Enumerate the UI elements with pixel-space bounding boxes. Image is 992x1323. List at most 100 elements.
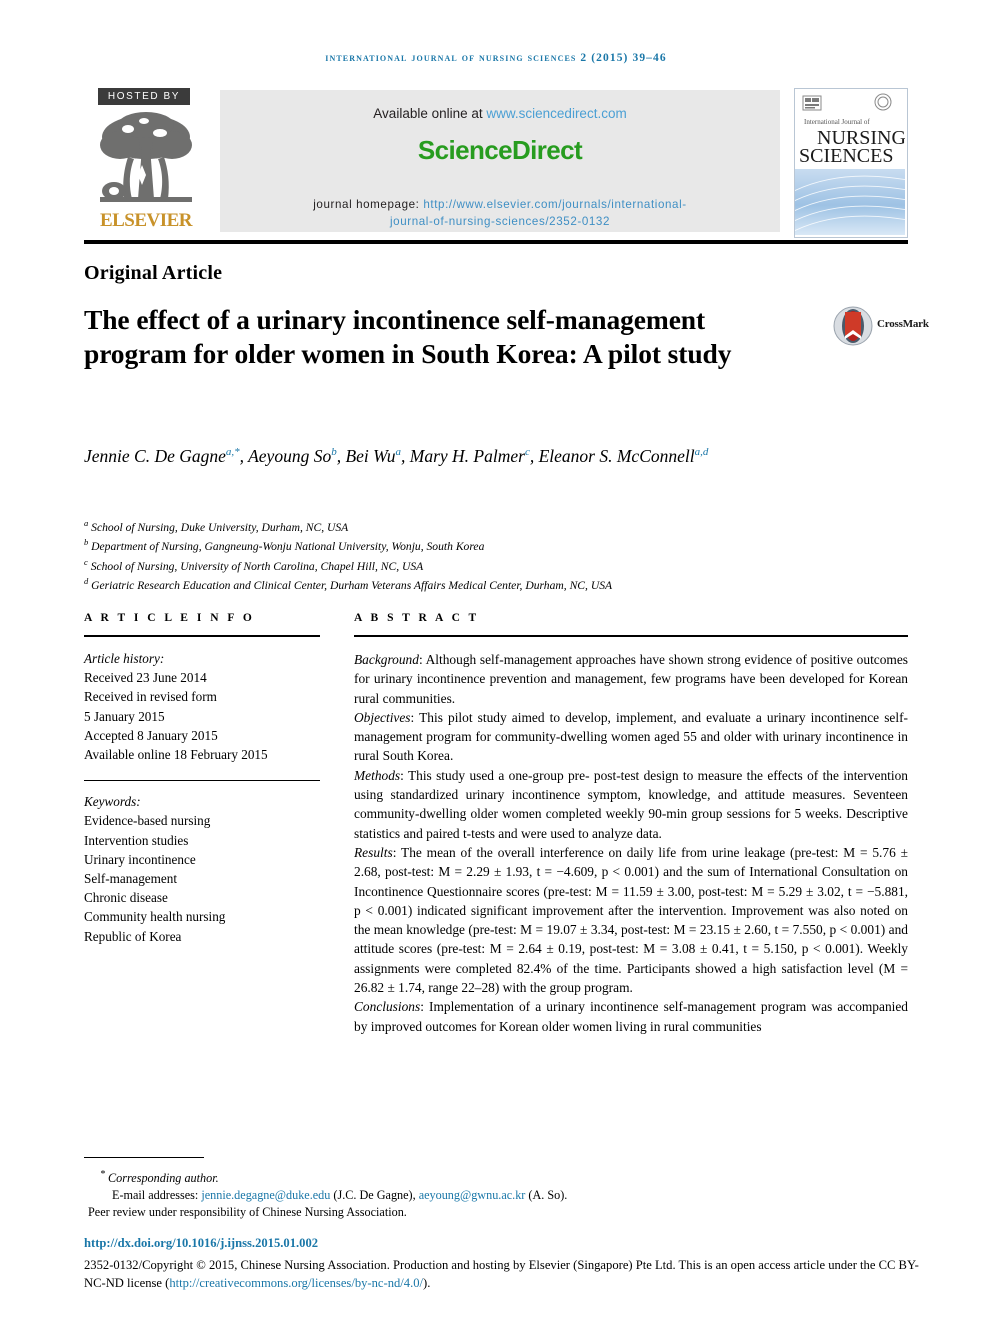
affiliation-mark: a <box>84 518 89 528</box>
copyright-line-2-post: ). <box>423 1275 431 1290</box>
history-item: Received in revised form <box>84 689 217 705</box>
affiliation-text: School of Nursing, University of North C… <box>90 559 424 573</box>
svg-text:International Journal of: International Journal of <box>804 118 870 126</box>
abstract-section-label: Background <box>354 652 419 667</box>
affiliation-item: b Department of Nursing, Gangneung-Wonju… <box>84 535 844 554</box>
affiliation-item: d Geriatric Research Education and Clini… <box>84 574 844 593</box>
elsevier-wordmark: ELSEVIER <box>99 210 193 231</box>
keyword-item: Republic of Korea <box>84 928 182 944</box>
sciencedirect-wordmark: ScienceDirect <box>417 135 583 165</box>
email-owner-2: (A. So). <box>528 1188 568 1203</box>
abstract-column: A B S T R A C T Background: Although sel… <box>354 612 908 1036</box>
keywords-block: Keywords: Evidence-based nursing Interve… <box>84 792 320 946</box>
available-online-label: Available online at <box>373 106 483 121</box>
history-item: Received 23 June 2014 <box>84 670 207 686</box>
abstract-section-text: : Although self-management approaches ha… <box>354 652 908 706</box>
footnote-divider <box>84 1157 204 1158</box>
affiliation-text: Geriatric Research Education and Clinica… <box>91 578 613 592</box>
keyword-item: Community health nursing <box>84 909 226 925</box>
author-name: Jennie C. De Gagne <box>84 445 226 466</box>
journal-homepage-url-line1[interactable]: http://www.elsevier.com/journals/interna… <box>423 198 686 211</box>
affiliation-item: a School of Nursing, Duke University, Du… <box>84 516 844 535</box>
abstract-section-text: : Implementation of a urinary incontinen… <box>354 999 908 1034</box>
author-marks: a,* <box>225 446 240 458</box>
keyword-item: Chronic disease <box>84 890 168 906</box>
abstract-section-label: Results <box>354 844 393 860</box>
abstract-section-label: Objectives <box>354 709 411 725</box>
sciencedirect-url-link[interactable]: www.sciencedirect.com <box>486 106 626 121</box>
journal-homepage-url-line2[interactable]: journal-of-nursing-sciences/2352-0132 <box>390 215 610 228</box>
abstract-body: Background: Although self-management app… <box>354 650 908 1036</box>
available-online-line: Available online at www.sciencedirect.co… <box>220 106 780 121</box>
email-owner-1: (J.C. De Gagne), <box>333 1188 416 1203</box>
article-history-label: Article history: <box>84 651 165 666</box>
crossmark-icon <box>833 306 873 346</box>
keyword-item: Urinary incontinence <box>84 851 196 867</box>
abstract-section: Methods: This study used a one-group pre… <box>354 766 908 843</box>
email-label: E-mail addresses: <box>112 1188 199 1203</box>
keyword-item: Self-management <box>84 871 178 887</box>
copyright-line-1: 2352-0132/Copyright © 2015, Chinese Nurs… <box>84 1258 791 1272</box>
author-list: Jennie C. De Gagnea,*, Aeyoung Sob, Bei … <box>84 445 709 466</box>
keywords-divider <box>84 780 320 782</box>
corresponding-author-text: Corresponding author. <box>108 1171 219 1186</box>
journal-masthead: HOSTED BY ELSEVIER Available online at w… <box>84 88 908 238</box>
copyright-block: 2352-0132/Copyright © 2015, Chinese Nurs… <box>84 1257 922 1292</box>
affiliation-text: School of Nursing, Duke University, Durh… <box>91 520 349 534</box>
article-type-label: Original Article <box>84 262 223 284</box>
affiliation-mark: d <box>84 575 89 586</box>
email-addresses-line: E-mail addresses: jennie.degagne@duke.ed… <box>84 1187 924 1204</box>
paper-page: International Journal of Nursing Science… <box>0 0 992 1323</box>
abstract-section: Background: Although self-management app… <box>354 650 908 708</box>
abstract-section-text: : The mean of the overall interference o… <box>354 844 908 996</box>
journal-homepage-line: journal homepage: http://www.elsevier.co… <box>220 196 780 230</box>
history-item: 5 January 2015 <box>84 708 165 724</box>
affiliation-item: c School of Nursing, University of North… <box>84 555 844 574</box>
abstract-section-text: : This study used a one-group pre- post-… <box>354 767 908 841</box>
affiliation-mark: c <box>84 556 88 567</box>
page-title: The effect of a urinary incontinence sel… <box>84 304 732 369</box>
abstract-section-label: Conclusions <box>354 999 421 1015</box>
journal-cover-art: International Journal of NURSING SCIENCE… <box>795 89 907 235</box>
email-link-2[interactable]: aeyoung@gwnu.ac.kr <box>419 1188 526 1202</box>
abstract-section-text: : This pilot study aimed to develop, imp… <box>354 709 908 764</box>
footnote-block: * Corresponding author. E-mail addresses… <box>84 1166 924 1222</box>
svg-text:SCIENCES: SCIENCES <box>799 145 893 167</box>
running-head: International Journal of Nursing Science… <box>325 52 667 64</box>
doi-link[interactable]: http://dx.doi.org/10.1016/j.ijnss.2015.0… <box>84 1236 318 1251</box>
author-marks: a <box>395 446 402 458</box>
keyword-item: Intervention studies <box>84 832 189 848</box>
sciencedirect-banner: Available online at www.sciencedirect.co… <box>220 90 780 232</box>
journal-homepage-label: journal homepage: <box>313 198 420 211</box>
asterisk-icon: * <box>100 1169 105 1180</box>
masthead-divider <box>84 240 908 244</box>
author-marks: c <box>524 446 530 458</box>
author-name: Eleanor S. McConnell <box>538 445 695 466</box>
author-marks: b <box>331 446 337 458</box>
keywords-label: Keywords: <box>84 794 141 810</box>
affiliation-mark: b <box>84 537 89 548</box>
license-link[interactable]: http://creativecommons.org/licenses/by-n… <box>169 1276 423 1290</box>
keyword-item: Evidence-based nursing <box>84 813 211 829</box>
abstract-heading: A B S T R A C T <box>354 612 480 624</box>
crossmark-badge[interactable]: CrossMark <box>833 306 929 346</box>
email-link-1[interactable]: jennie.degagne@duke.edu <box>201 1188 330 1202</box>
author-name: Bei Wu <box>345 445 396 466</box>
affiliation-list: a School of Nursing, Duke University, Du… <box>84 516 844 593</box>
abstract-section-label: Methods <box>354 767 401 783</box>
elsevier-logo-block: HOSTED BY ELSEVIER <box>98 88 194 236</box>
author-name: Mary H. Palmer <box>409 445 525 466</box>
corresponding-author-note: * Corresponding author. <box>84 1166 924 1187</box>
article-history-block: Article history: Received 23 June 2014 R… <box>84 649 320 764</box>
article-info-column: A R T I C L E I N F O Article history: R… <box>84 612 320 946</box>
affiliation-text: Department of Nursing, Gangneung-Wonju N… <box>91 540 485 554</box>
abstract-section: Conclusions: Implementation of a urinary… <box>354 997 908 1036</box>
hosted-by-badge: HOSTED BY <box>98 88 190 105</box>
abstract-divider <box>354 635 908 637</box>
peer-review-note: Peer review under responsibility of Chin… <box>88 1205 407 1220</box>
article-info-heading: A R T I C L E I N F O <box>84 612 255 624</box>
journal-cover-thumbnail: International Journal of NURSING SCIENCE… <box>794 88 908 238</box>
author-marks: a,d <box>694 446 709 458</box>
crossmark-label: CrossMark <box>877 318 929 330</box>
history-item: Accepted 8 January 2015 <box>84 727 218 743</box>
